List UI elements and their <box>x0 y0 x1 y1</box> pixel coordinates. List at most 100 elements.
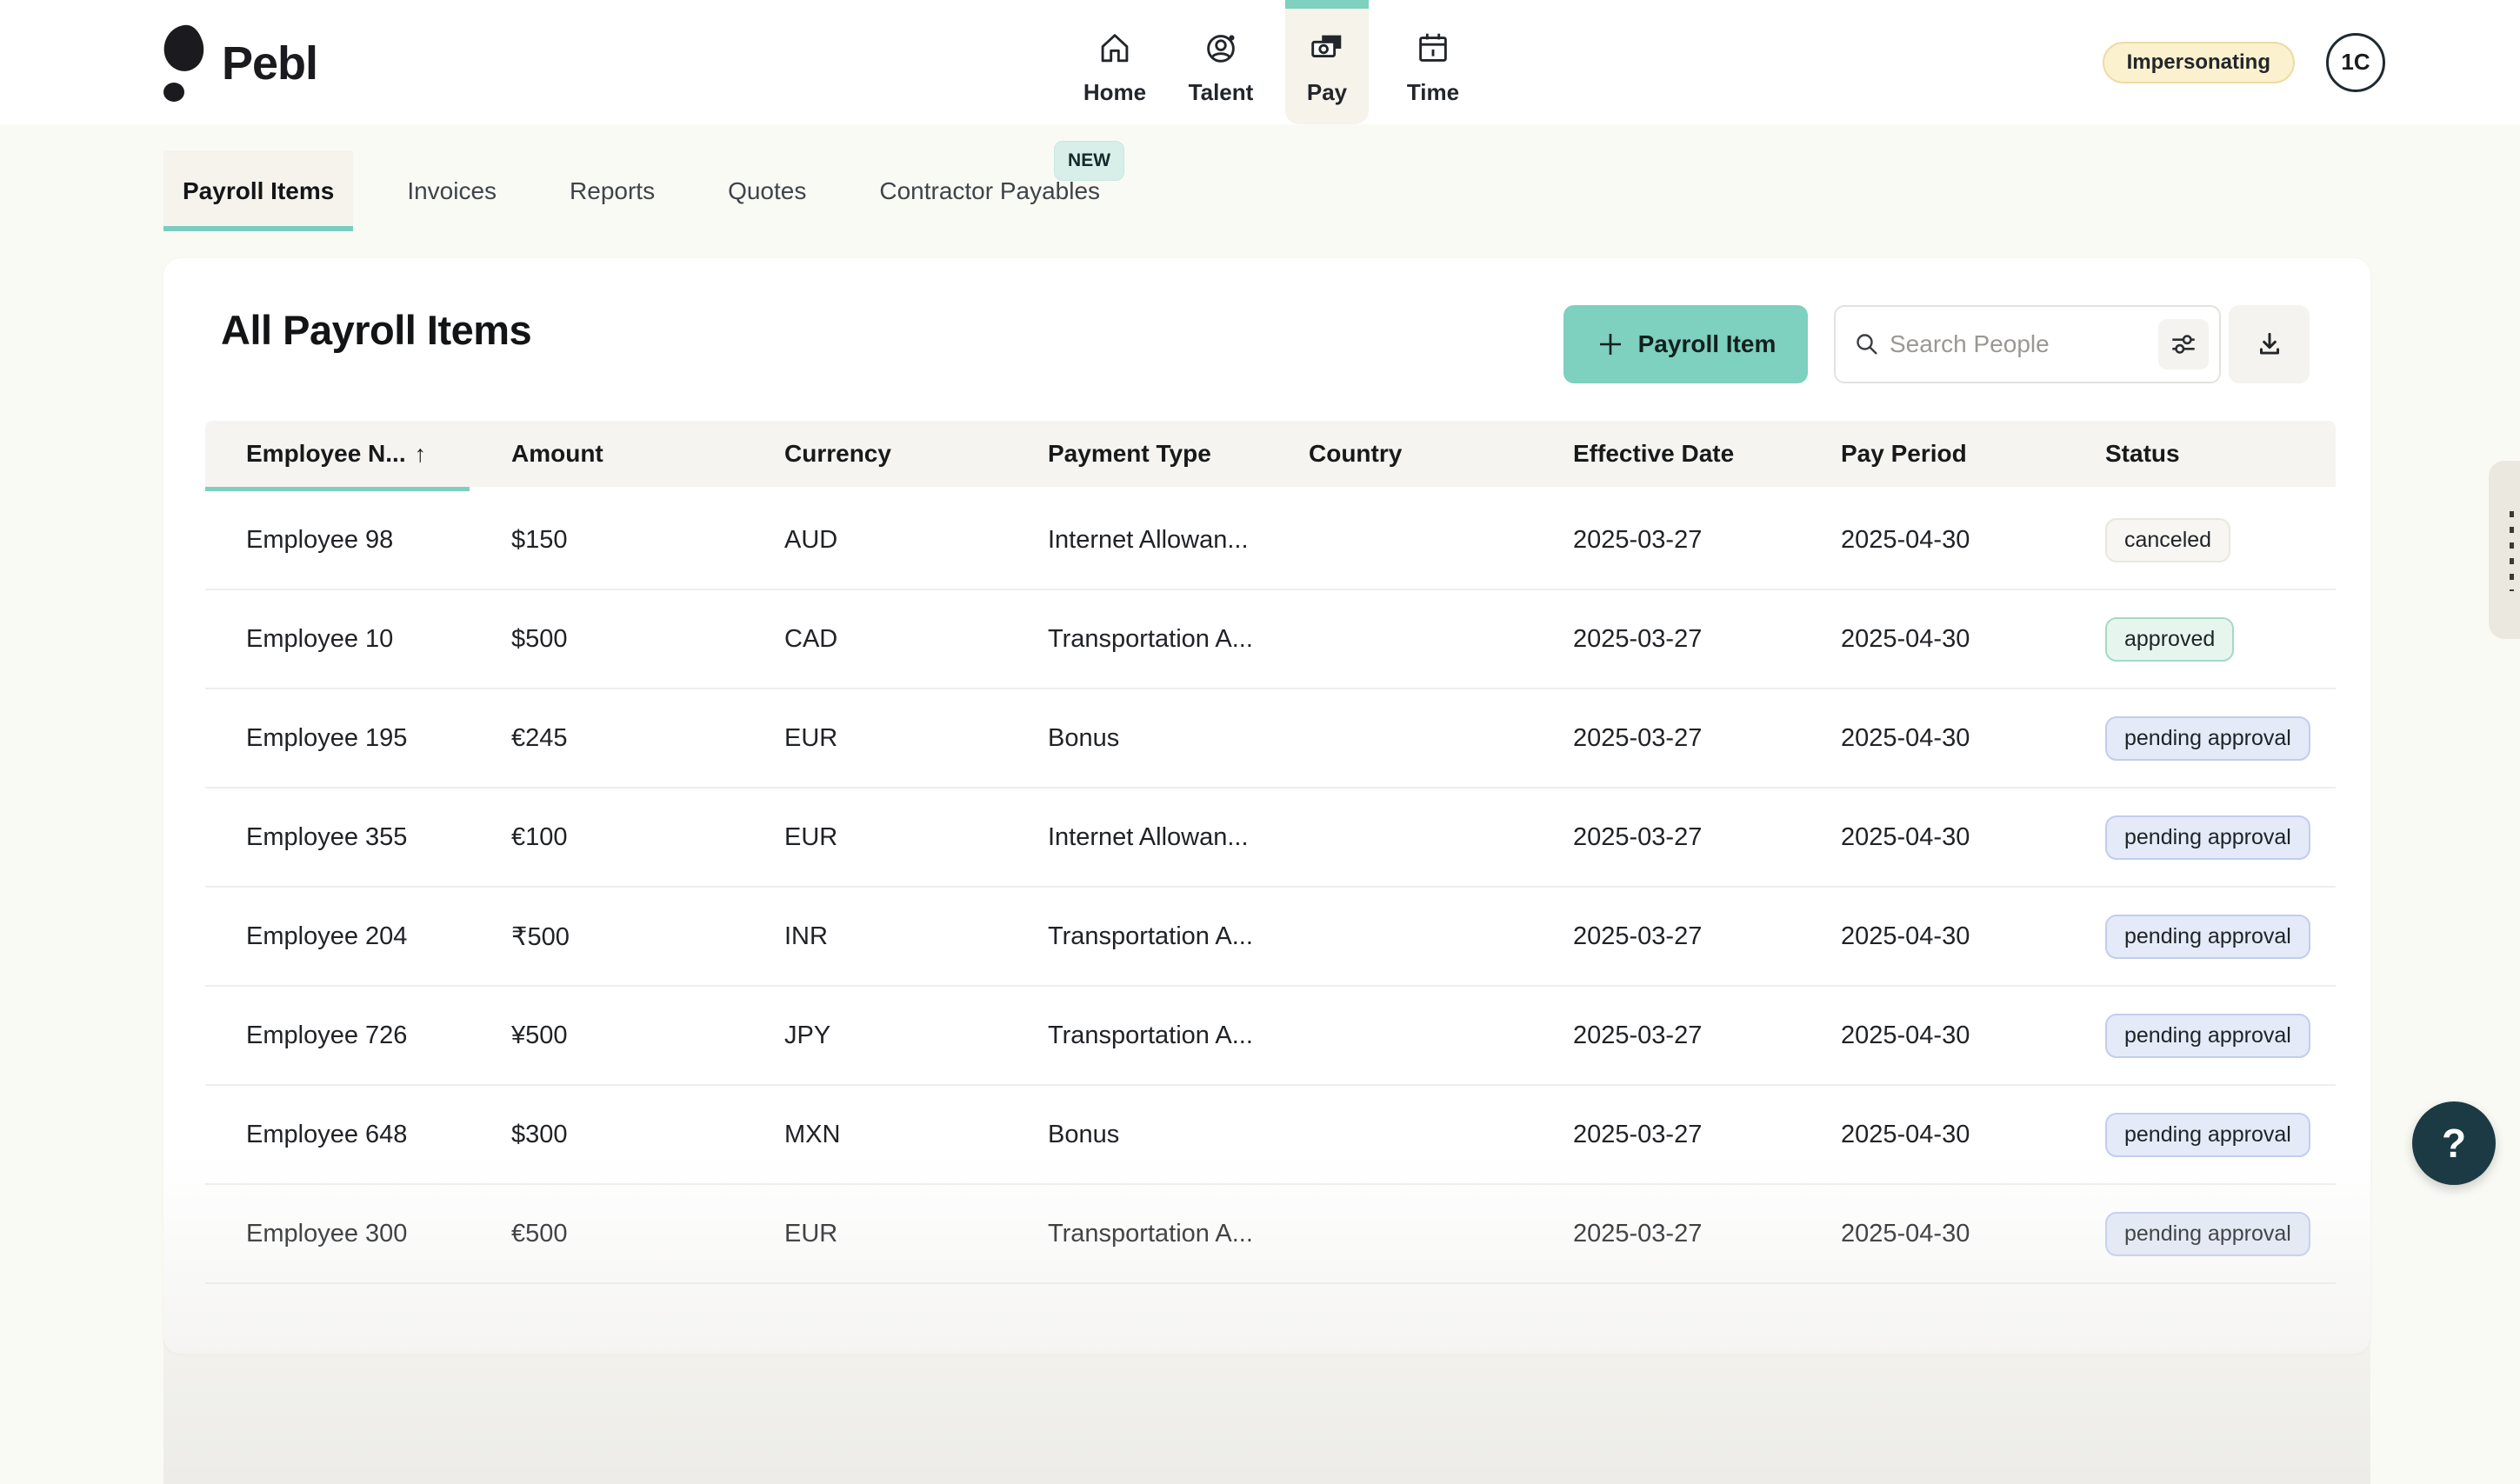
search-input[interactable] <box>1881 330 2158 358</box>
currency-cell: JPY <box>784 1021 1048 1050</box>
table-row[interactable]: Employee 195€245EURBonus2025-03-272025-0… <box>205 689 2336 789</box>
card-actions: Payroll Item <box>1563 305 2310 383</box>
tab-contractor-payables[interactable]: Contractor PayablesNEW <box>860 150 1119 231</box>
column-header-label: Payment Type <box>1048 440 1211 468</box>
currency-cell: MXN <box>784 1121 1048 1149</box>
download-button[interactable] <box>2229 305 2310 383</box>
payment-type-cell: Transportation A... <box>1048 1220 1309 1248</box>
nav-label: Home <box>1083 79 1146 106</box>
time-icon <box>1413 28 1453 72</box>
column-header-label: Employee N... <box>246 440 406 468</box>
page-title: All Payroll Items <box>221 306 531 354</box>
status-cell: approved <box>2105 617 2336 662</box>
nav-label: Time <box>1407 79 1459 106</box>
sort-ascending-icon: ↑ <box>415 441 427 468</box>
table-row[interactable]: Employee 98$150AUDInternet Allowan... 202… <box>205 491 2336 590</box>
filter-button[interactable] <box>2158 319 2209 369</box>
add-payroll-item-button[interactable]: Payroll Item <box>1563 305 1808 383</box>
payroll-table: Employee N... ↑ AmountCurrencyPayment Type… <box>205 421 2336 1284</box>
effective-date-cell: 2025-03-27 <box>1573 922 1841 951</box>
column-header-country[interactable]: Country <box>1309 440 1573 468</box>
tab-label: Payroll Items <box>183 177 334 205</box>
employee-name-cell: Employee 195 <box>246 724 511 753</box>
table-row[interactable]: Employee 300€500EURTransportation A...20… <box>205 1185 2336 1284</box>
status-cell: pending approval <box>2105 815 2336 860</box>
table-row[interactable]: Employee 726¥500JPYTransportation A...20… <box>205 987 2336 1086</box>
nav-item-home[interactable]: Home <box>1073 0 1157 124</box>
column-header-label: Status <box>2105 440 2180 468</box>
column-header-effective-date[interactable]: Effective Date <box>1573 440 1841 468</box>
nav-item-time[interactable]: Time <box>1391 0 1475 124</box>
column-header-currency[interactable]: Currency <box>784 440 1048 468</box>
search-icon <box>1853 330 1881 358</box>
column-header-label: Country <box>1309 440 1402 468</box>
tab-quotes[interactable]: Quotes <box>709 150 825 231</box>
column-header-label: Effective Date <box>1573 440 1734 468</box>
nav-item-talent[interactable]: Talent <box>1179 0 1263 124</box>
help-button[interactable]: ? <box>2412 1101 2496 1185</box>
primary-nav: Home Talent Pay Time <box>1073 0 1475 124</box>
status-cell: pending approval <box>2105 915 2336 959</box>
effective-date-cell: 2025-03-27 <box>1573 625 1841 654</box>
pay-period-cell: 2025-04-30 <box>1841 526 2105 555</box>
nav-label: Talent <box>1189 79 1254 106</box>
payment-type-cell: Internet Allowan... <box>1048 823 1309 852</box>
table-row[interactable]: Employee 10$500CADTransportation A...202… <box>205 590 2336 689</box>
pay-period-cell: 2025-04-30 <box>1841 823 2105 852</box>
impersonating-badge[interactable]: Impersonating <box>2103 42 2295 83</box>
table-row[interactable]: Employee 648$300MXNBonus2025-03-272025-0… <box>205 1086 2336 1185</box>
side-flap-tab[interactable] <box>2489 461 2520 639</box>
status-badge: pending approval <box>2105 716 2310 761</box>
top-bar-right: Impersonating 1C <box>2103 0 2385 124</box>
payment-type-cell: Internet Allowan... <box>1048 526 1309 555</box>
column-header-payment-type[interactable]: Payment Type <box>1048 440 1309 468</box>
currency-cell: CAD <box>784 625 1048 654</box>
tab-invoices[interactable]: Invoices <box>388 150 516 231</box>
tab-label: Quotes <box>728 177 806 205</box>
column-header-employee-n-[interactable]: Employee N... ↑ <box>246 440 511 468</box>
status-cell: canceled <box>2105 518 2336 562</box>
column-header-amount[interactable]: Amount <box>511 440 784 468</box>
pay-period-cell: 2025-04-30 <box>1841 625 2105 654</box>
employee-name-cell: Employee 300 <box>246 1220 511 1248</box>
payroll-card: All Payroll Items Payroll Item <box>163 258 2370 1354</box>
table-row[interactable]: Employee 355€100EURInternet Allowan...20… <box>205 789 2336 888</box>
payment-type-cell: Transportation A... <box>1048 922 1309 951</box>
employee-name-cell: Employee 648 <box>246 1121 511 1149</box>
status-cell: pending approval <box>2105 716 2336 761</box>
tab-payroll-items[interactable]: Payroll Items <box>163 150 353 231</box>
column-header-status[interactable]: Status <box>2105 440 2336 468</box>
amount-cell: $150 <box>511 526 784 555</box>
effective-date-cell: 2025-03-27 <box>1573 526 1841 555</box>
add-payroll-item-label: Payroll Item <box>1638 330 1777 358</box>
column-header-pay-period[interactable]: Pay Period <box>1841 440 2105 468</box>
app-root: Pebl HomeTalentPayTime Impersonating 1C … <box>0 0 2520 1226</box>
status-cell: pending approval <box>2105 1113 2336 1157</box>
employee-name-cell: Employee 204 <box>246 922 511 951</box>
talent-icon <box>1201 28 1241 72</box>
status-cell: pending approval <box>2105 1212 2336 1256</box>
currency-cell: EUR <box>784 823 1048 852</box>
currency-cell: AUD <box>784 526 1048 555</box>
employee-name-cell: Employee 10 <box>246 625 511 654</box>
top-bar: Pebl Home Talent Pay Time Impersonating 1C <box>0 0 2520 124</box>
employee-name-cell: Employee 726 <box>246 1021 511 1050</box>
pebl-logo[interactable]: Pebl <box>161 23 317 104</box>
table-header-row: Employee N... ↑ AmountCurrencyPayment Type… <box>205 421 2336 487</box>
amount-cell: $500 <box>511 625 784 654</box>
tab-reports[interactable]: Reports <box>550 150 674 231</box>
status-cell: pending approval <box>2105 1014 2336 1058</box>
avatar[interactable]: 1C <box>2326 33 2385 92</box>
nav-item-pay[interactable]: Pay <box>1285 0 1369 124</box>
sliders-icon <box>2168 329 2199 360</box>
payment-type-cell: Bonus <box>1048 724 1309 753</box>
effective-date-cell: 2025-03-27 <box>1573 1021 1841 1050</box>
amount-cell: $300 <box>511 1121 784 1149</box>
status-badge: pending approval <box>2105 1212 2310 1256</box>
status-badge: pending approval <box>2105 815 2310 860</box>
employee-name-cell: Employee 98 <box>246 526 511 555</box>
pay-period-cell: 2025-04-30 <box>1841 1021 2105 1050</box>
pay-period-cell: 2025-04-30 <box>1841 724 2105 753</box>
page-tab-strip: Payroll Items Invoices Reports Quotes Contra… <box>163 141 2520 233</box>
table-row[interactable]: Employee 204₹500INRTransportation A...20… <box>205 888 2336 987</box>
